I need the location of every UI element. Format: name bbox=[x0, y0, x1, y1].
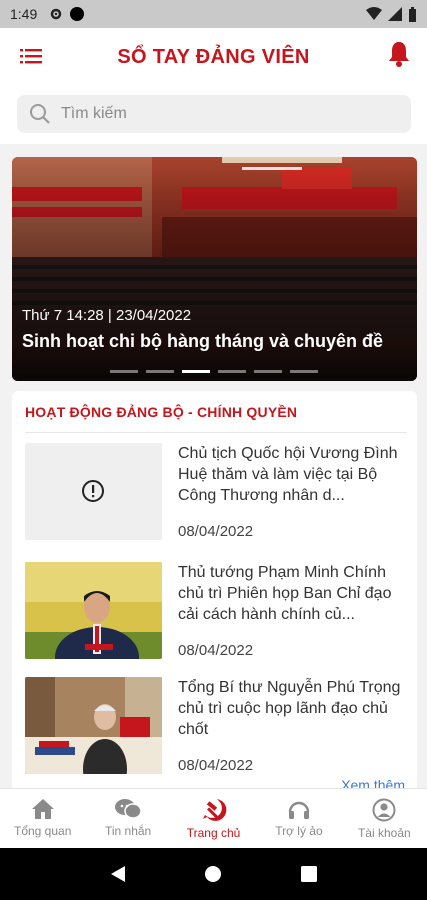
hammer-sickle-icon bbox=[202, 799, 226, 821]
settings-icon bbox=[51, 8, 62, 20]
search-area: Tìm kiếm bbox=[0, 86, 427, 144]
carousel-dot-active[interactable] bbox=[182, 370, 210, 373]
carousel-dot[interactable] bbox=[146, 370, 174, 373]
news-item[interactable]: Tổng Bí thư Nguyễn Phú Trọng chủ trì cuộ… bbox=[25, 677, 407, 787]
account-icon bbox=[372, 798, 396, 822]
news-item[interactable]: Thủ tướng Phạm Minh Chính chủ trì Phiên … bbox=[25, 562, 407, 672]
nav-label: Tài khoản bbox=[357, 826, 411, 840]
nav-label: Trợ lý ảo bbox=[275, 824, 323, 838]
banner-title: Sinh hoạt chi bộ hàng tháng và chuyên đề bbox=[22, 331, 384, 351]
recents-icon[interactable] bbox=[300, 865, 318, 883]
headset-icon bbox=[288, 801, 310, 819]
carousel-dot[interactable] bbox=[218, 370, 246, 373]
notification-dot-icon bbox=[70, 7, 85, 21]
bottom-navigation: Tổng quan Tin nhắn Trang chủ Trợ lý ảo T… bbox=[0, 788, 427, 848]
back-icon[interactable] bbox=[109, 865, 127, 883]
status-time: 1:49 bbox=[10, 6, 38, 22]
section-title: HOẠT ĐỘNG ĐẢNG BỘ - CHÍNH QUYỀN bbox=[25, 404, 298, 420]
error-icon bbox=[82, 480, 104, 502]
search-placeholder: Tìm kiếm bbox=[61, 105, 127, 122]
banner-date: Thứ 7 14:28 | 23/04/2022 bbox=[22, 307, 192, 324]
carousel-dot[interactable] bbox=[110, 370, 138, 373]
signal-icon bbox=[388, 7, 402, 21]
news-thumbnail bbox=[25, 443, 162, 540]
home-button-icon[interactable] bbox=[204, 865, 222, 883]
nav-item-home[interactable]: Trang chủ bbox=[171, 789, 256, 848]
nav-item-assistant[interactable]: Trợ lý ảo bbox=[256, 789, 341, 848]
search-icon bbox=[30, 104, 50, 124]
news-date: 08/04/2022 bbox=[178, 757, 254, 774]
prime-minister-photo bbox=[25, 562, 162, 659]
featured-banner[interactable]: Thứ 7 14:28 | 23/04/2022 Sinh hoạt chi b… bbox=[12, 157, 417, 381]
app-bar: SỔ TAY ĐẢNG VIÊN bbox=[0, 28, 427, 86]
nav-label: Tin nhắn bbox=[104, 824, 152, 838]
news-headline: Chủ tịch Quốc hội Vương Đình Huệ thăm và… bbox=[178, 445, 398, 504]
nav-item-overview[interactable]: Tổng quan bbox=[0, 789, 85, 848]
news-thumbnail bbox=[25, 562, 162, 659]
news-section: HOẠT ĐỘNG ĐẢNG BỘ - CHÍNH QUYỀN Chủ tịch… bbox=[12, 391, 417, 791]
news-date: 08/04/2022 bbox=[178, 642, 254, 659]
news-headline: Thủ tướng Phạm Minh Chính chủ trì Phiên … bbox=[178, 564, 392, 623]
carousel-indicator bbox=[110, 370, 318, 373]
carousel-dot[interactable] bbox=[254, 370, 282, 373]
battery-icon bbox=[409, 6, 416, 22]
news-headline: Tổng Bí thư Nguyễn Phú Trọng chủ trì cuộ… bbox=[178, 679, 401, 738]
nav-label: Trang chủ bbox=[186, 826, 241, 840]
carousel-dot[interactable] bbox=[290, 370, 318, 373]
divider bbox=[25, 432, 407, 433]
nav-item-messages[interactable]: Tin nhắn bbox=[85, 789, 170, 848]
nav-label: Tổng quan bbox=[14, 824, 72, 838]
search-input[interactable]: Tìm kiếm bbox=[17, 95, 411, 133]
news-item[interactable]: Chủ tịch Quốc hội Vương Đình Huệ thăm và… bbox=[25, 443, 407, 553]
general-secretary-photo bbox=[25, 677, 162, 774]
chat-icon bbox=[115, 799, 142, 819]
wifi-icon bbox=[366, 7, 382, 20]
page-title: SỔ TAY ĐẢNG VIÊN bbox=[117, 45, 310, 68]
status-bar: 1:49 bbox=[0, 0, 427, 28]
nav-item-account[interactable]: Tài khoản bbox=[342, 789, 427, 848]
news-thumbnail bbox=[25, 677, 162, 774]
news-date: 08/04/2022 bbox=[178, 523, 254, 540]
system-navigation bbox=[0, 848, 427, 900]
menu-icon[interactable] bbox=[20, 46, 42, 66]
bell-icon[interactable] bbox=[387, 40, 411, 68]
home-icon bbox=[31, 799, 54, 819]
